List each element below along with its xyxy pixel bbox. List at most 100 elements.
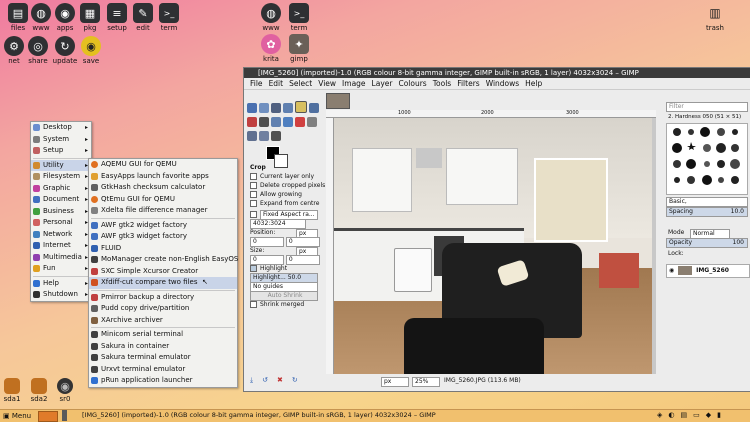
image-canvas-photo[interactable] [334,118,656,374]
highlight-opacity-row[interactable]: Highlight... 50.0 [246,273,322,283]
highlight-row[interactable]: Highlight [246,264,322,273]
menu-item-setup[interactable]: Setup ▸ [31,145,91,157]
align-tool-icon[interactable] [259,103,269,113]
shrink-merged-row[interactable]: Shrink merged [246,300,322,309]
image-tab-thumbnail[interactable] [326,93,350,109]
workspace-switcher[interactable] [62,410,67,421]
delete-preset-icon[interactable]: ✖ [277,376,283,385]
crop-tool-icon[interactable] [295,101,307,113]
fuzzy-select-icon[interactable] [283,103,293,113]
menu-item-personal[interactable]: Personal ▸ [31,217,91,229]
clock-icon[interactable]: ▮ [717,411,721,419]
checkbox[interactable] [250,265,257,272]
battery-icon[interactable]: ▭ [693,411,700,419]
paint-tool-icon[interactable] [271,117,281,127]
menu-item-desktop[interactable]: Desktop ▸ [31,122,91,134]
clone-tool-icon[interactable] [307,117,317,127]
menu-select[interactable]: Select [289,78,312,89]
volume-icon[interactable]: ◐ [668,411,674,419]
smudge-tool-icon[interactable] [247,131,257,141]
zoom-select[interactable]: 25% [412,377,440,387]
menu-image[interactable]: Image [342,78,366,89]
vertical-scrollbar[interactable] [652,118,656,374]
menu-item-business[interactable]: Business ▸ [31,206,91,218]
submenu-item-awf-gtk2[interactable]: AWF gtk2 widget factory [89,220,237,232]
canvas-area[interactable]: 1000 2000 3000 [326,110,656,374]
transform-tool-icon[interactable] [309,103,319,113]
checkbox[interactable] [250,191,257,198]
submenu-item-awf-gtk3[interactable]: AWF gtk3 widget factory [89,231,237,243]
checkbox[interactable] [250,211,257,218]
spacing-slider[interactable]: Spacing 10.0 [666,207,748,217]
desktop-icon-save[interactable]: ◉ save [74,36,108,65]
brush-grid[interactable] [666,123,748,195]
check-delete-cropped[interactable]: Delete cropped pixels [246,181,325,190]
menu-item-network[interactable]: Network ▸ [31,229,91,241]
warp-tool-icon[interactable] [247,117,257,127]
submenu-item-urxvt[interactable]: Urxvt terminal emulator [89,364,237,376]
menu-item-document[interactable]: Document ▸ [31,194,91,206]
show-desktop-button[interactable] [38,411,58,422]
menu-button[interactable]: ▣ Menu [1,411,31,421]
submenu-item-gtkhash[interactable]: GtkHash checksum calculator [89,182,237,194]
desktop-icon-gimp[interactable]: ✦ gimp [282,34,316,63]
checkbox[interactable] [250,173,257,180]
submenu-item-xarchive[interactable]: XArchive archiver [89,315,237,327]
submenu-item-prun[interactable]: pRun application launcher [89,375,237,387]
checkbox[interactable] [250,200,257,207]
fixed-aspect-row[interactable]: Fixed Aspect ra... [246,210,322,220]
menu-filters[interactable]: Filters [457,78,479,89]
submenu-item-qtemu[interactable]: QtEmu GUI for QEMU [89,194,237,206]
submenu-item-xdelta[interactable]: Xdelta file difference manager [89,205,237,217]
menu-item-system[interactable]: System ▸ [31,134,91,146]
menu-edit[interactable]: Edit [269,78,284,89]
free-select-icon[interactable] [271,103,281,113]
move-tool-icon[interactable] [247,103,257,113]
submenu-item-easyapps[interactable]: EasyApps launch favorite apps [89,171,237,183]
menu-item-filesystem[interactable]: Filesystem ▸ [31,171,91,183]
save-preset-icon[interactable]: ⤓ [250,376,253,385]
submenu-item-pudd[interactable]: Pudd copy drive/partition [89,303,237,315]
restore-preset-icon[interactable]: ↺ [262,376,268,385]
submenu-item-pmirror[interactable]: Pmirror backup a directory [89,292,237,304]
submenu-item-aqemu[interactable]: AQEMU GUI for QEMU [89,159,237,171]
layer-row[interactable]: ◉ IMG_5260 [666,264,750,278]
desktop-icon-term[interactable]: >_ term [152,3,186,32]
check-allow-growing[interactable]: Allow growing [246,190,322,199]
eye-icon[interactable]: ◉ [669,267,674,274]
menu-layer[interactable]: Layer [372,78,393,89]
menu-item-utility[interactable]: Utility ▸ [31,159,91,171]
brush-tool-icon[interactable] [283,117,293,127]
menu-view[interactable]: View [318,78,336,89]
layer-opacity-slider[interactable]: Opacity 100 [666,238,748,248]
menu-windows[interactable]: Windows [486,78,519,89]
menu-item-multimedia[interactable]: Multimedia ▸ [31,252,91,264]
desktop-icon-term-center[interactable]: >_ term [282,3,316,32]
menu-tools[interactable]: Tools [433,78,451,89]
eraser-tool-icon[interactable] [295,117,305,127]
menu-help[interactable]: Help [525,78,542,89]
check-expand-from-centre[interactable]: Expand from centre [246,199,322,208]
unit-select[interactable]: px [381,377,409,387]
menu-item-shutdown[interactable]: Shutdown ▸ [31,289,91,301]
submenu-item-fluid[interactable]: FLUID [89,243,237,255]
menu-item-graphic[interactable]: Graphic ▸ [31,183,91,195]
menu-colours[interactable]: Colours [398,78,426,89]
menu-file[interactable]: File [250,78,263,89]
path-tool-icon[interactable] [271,131,281,141]
desktop-icon-trash[interactable]: ▥ trash [698,3,732,32]
submenu-item-sakura-container[interactable]: Sakura in container [89,341,237,353]
submenu-item-momanager[interactable]: MoManager create non-English EasyOS [89,254,238,266]
checkbox[interactable] [250,301,257,308]
taskbar-task-gimp[interactable]: [IMG_5260] (imported)-1.0 (RGB colour 8-… [82,410,436,421]
dodge-tool-icon[interactable] [259,131,269,141]
submenu-item-sakura[interactable]: Sakura terminal emulator [89,352,237,364]
brush-filter-input[interactable]: Filter [666,102,748,112]
reset-icon[interactable]: ↻ [292,376,298,385]
network-tray-icon[interactable]: ▤ [681,411,688,419]
submenu-item-minicom[interactable]: Minicom serial terminal [89,329,237,341]
submenu-item-xfdiff[interactable]: Xfdiff-cut compare two files ↖ [89,277,237,289]
menu-item-help[interactable]: Help ▸ [31,278,91,290]
update-tray-icon[interactable]: ◆ [706,411,711,419]
drive-sr0[interactable]: ◉ sr0 [48,378,82,403]
